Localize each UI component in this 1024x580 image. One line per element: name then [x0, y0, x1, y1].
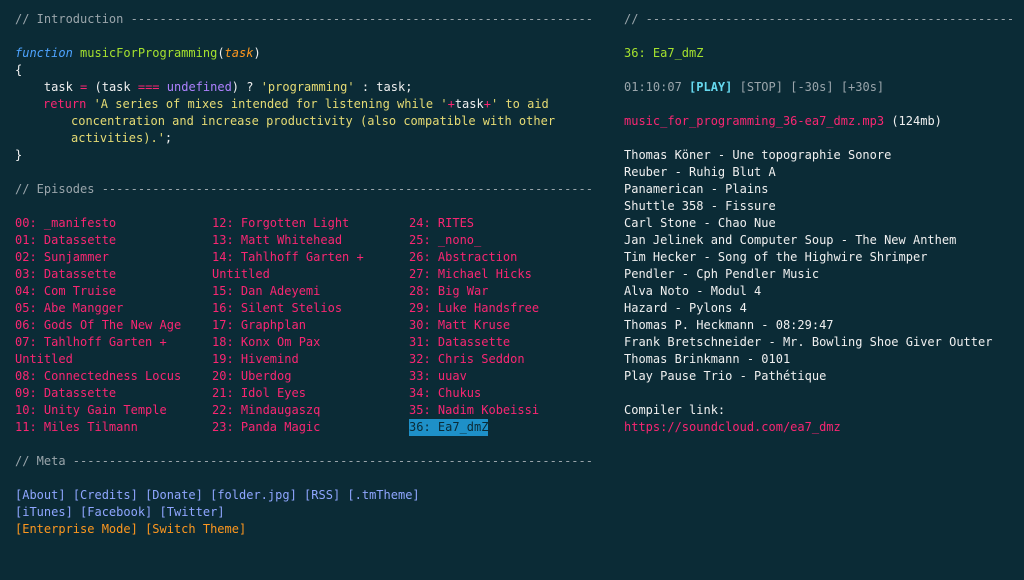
- meta-row-1: [About] [Credits] [Donate] [folder.jpg] …: [15, 487, 595, 504]
- episode-link[interactable]: 09: Datassette: [15, 385, 212, 402]
- episode-list: 00: _manifesto 01: Datassette 02: Sunjam…: [15, 215, 595, 436]
- episode-link[interactable]: 05: Abe Mangger: [15, 300, 212, 317]
- episode-link[interactable]: 23: Panda Magic: [212, 419, 409, 436]
- enterprise-mode-link[interactable]: [Enterprise Mode]: [15, 522, 138, 536]
- play-button[interactable]: [PLAY]: [689, 80, 732, 94]
- compiler-link[interactable]: https://soundcloud.com/ea7_dmz: [624, 419, 1014, 436]
- episode-link[interactable]: 30: Matt Kruse: [409, 317, 606, 334]
- episode-link[interactable]: 22: Mindaugaszq: [212, 402, 409, 419]
- folder-jpg-link[interactable]: [folder.jpg]: [210, 488, 297, 502]
- switch-theme-link[interactable]: [Switch Theme]: [145, 522, 246, 536]
- track-item: Frank Bretschneider - Mr. Bowling Shoe G…: [624, 335, 993, 349]
- episode-link[interactable]: 34: Chukus: [409, 385, 606, 402]
- episode-link[interactable]: 11: Miles Tilmann: [15, 419, 212, 436]
- episode-link[interactable]: 10: Unity Gain Temple: [15, 402, 212, 419]
- player-header: // -------------------------------------…: [624, 12, 1014, 26]
- episode-link[interactable]: 16: Silent Stelios: [212, 300, 409, 317]
- episode-link[interactable]: 32: Chris Seddon: [409, 351, 606, 368]
- track-item: Play Pause Trio - Pathétique: [624, 369, 827, 383]
- facebook-link[interactable]: [Facebook]: [80, 505, 152, 519]
- player-pane: // -------------------------------------…: [624, 11, 1014, 436]
- player-controls: 01:10:07 [PLAY] [STOP] [-30s] [+30s]: [624, 79, 1014, 96]
- code-line-3: return 'A series of mixes intended for l…: [43, 97, 549, 111]
- meta-links: [About] [Credits] [Donate] [folder.jpg] …: [15, 487, 595, 538]
- episode-link[interactable]: 00: _manifesto: [15, 215, 212, 232]
- code-brace-open: {: [15, 63, 23, 77]
- episode-link[interactable]: 04: Com Truise: [15, 283, 212, 300]
- episode-link[interactable]: 17: Graphplan: [212, 317, 409, 334]
- credits-link[interactable]: [Credits]: [73, 488, 138, 502]
- now-playing-title: 36: Ea7_dmZ: [624, 46, 704, 60]
- episode-link[interactable]: 25: _nono_: [409, 232, 606, 249]
- code-function-name: musicForProgramming: [80, 46, 218, 60]
- episode-link[interactable]: 13: Matt Whitehead: [212, 232, 409, 249]
- tracklist: Thomas Köner - Une topographie Sonore Re…: [624, 147, 1014, 385]
- episode-link[interactable]: 26: Abstraction: [409, 249, 606, 266]
- track-item: Hazard - Pylons 4: [624, 301, 747, 315]
- episode-link[interactable]: 33: uuav: [409, 368, 606, 385]
- episode-link[interactable]: 29: Luke Handsfree: [409, 300, 606, 317]
- code-line-2: task = (task === undefined) ? 'programmi…: [15, 80, 413, 94]
- code-line-5: activities).';: [71, 131, 173, 145]
- track-item: Panamerican - Plains: [624, 182, 769, 196]
- rewind-30s-button[interactable]: [-30s]: [790, 80, 833, 94]
- compiler-label: Compiler link:: [624, 403, 726, 417]
- tmtheme-link[interactable]: [.tmTheme]: [347, 488, 419, 502]
- donate-link[interactable]: [Donate]: [145, 488, 203, 502]
- track-item: Thomas Köner - Une topographie Sonore: [624, 148, 892, 162]
- episode-link[interactable]: 21: Idol Eyes: [212, 385, 409, 402]
- episode-link[interactable]: 15: Dan Adeyemi: [212, 283, 409, 300]
- mp3-download-link[interactable]: music_for_programming_36-ea7_dmz.mp3: [624, 114, 884, 128]
- track-item: Alva Noto - Modul 4: [624, 284, 762, 298]
- code-keyword: function: [15, 46, 73, 60]
- about-link[interactable]: [About]: [15, 488, 66, 502]
- episode-column-1: 00: _manifesto 01: Datassette 02: Sunjam…: [15, 215, 212, 436]
- meta-header: // Meta --------------------------------…: [15, 454, 595, 468]
- track-item: Thomas Brinkmann - 0101: [624, 352, 791, 366]
- code-line-4: concentration and increase productivity …: [71, 114, 556, 128]
- intro-header: // Introduction ------------------------…: [15, 12, 595, 26]
- episode-link[interactable]: 19: Hivemind: [212, 351, 409, 368]
- episode-link[interactable]: 01: Datassette: [15, 232, 212, 249]
- episode-link[interactable]: 27: Michael Hicks: [409, 266, 606, 283]
- episode-link[interactable]: 18: Konx Om Pax: [212, 334, 409, 351]
- episode-link[interactable]: 20: Uberdog: [212, 368, 409, 385]
- track-item: Jan Jelinek and Computer Soup - The New …: [624, 233, 957, 247]
- episode-link[interactable]: 03: Datassette: [15, 266, 212, 283]
- episodes-header: // Episodes ----------------------------…: [15, 182, 595, 196]
- episode-link[interactable]: 31: Datassette: [409, 334, 606, 351]
- stop-button[interactable]: [STOP]: [740, 80, 783, 94]
- episode-link-active[interactable]: 36: Ea7_dmZ: [409, 419, 489, 436]
- episode-link[interactable]: 35: Nadim Kobeissi: [409, 402, 606, 419]
- track-item: Thomas P. Heckmann - 08:29:47: [624, 318, 834, 332]
- episode-column-2: 12: Forgotten Light 13: Matt Whitehead 1…: [212, 215, 409, 436]
- meta-row-2: [iTunes] [Facebook] [Twitter]: [15, 504, 595, 521]
- episode-column-3: 24: RITES 25: _nono_ 26: Abstraction 27:…: [409, 215, 606, 436]
- track-item: Carl Stone - Chao Nue: [624, 216, 776, 230]
- code-brace-close: }: [15, 148, 23, 162]
- file-line: music_for_programming_36-ea7_dmz.mp3 (12…: [624, 113, 1014, 130]
- track-item: Tim Hecker - Song of the Highwire Shrimp…: [624, 250, 928, 264]
- track-item: Pendler - Cph Pendler Music: [624, 267, 820, 281]
- episode-link[interactable]: 12: Forgotten Light: [212, 215, 409, 232]
- track-item: Reuber - Ruhig Blut A: [624, 165, 776, 179]
- left-pane: // Introduction ------------------------…: [15, 11, 595, 538]
- episode-link[interactable]: 07: Tahlhoff Garten + Untitled: [15, 334, 212, 368]
- rss-link[interactable]: [RSS]: [304, 488, 340, 502]
- episode-link[interactable]: 14: Tahlhoff Garten + Untitled: [212, 249, 409, 283]
- forward-30s-button[interactable]: [+30s]: [841, 80, 884, 94]
- playback-time: 01:10:07: [624, 80, 682, 94]
- meta-row-3: [Enterprise Mode] [Switch Theme]: [15, 521, 595, 538]
- code-line-1: function musicForProgramming(task): [15, 46, 261, 60]
- track-item: Shuttle 358 - Fissure: [624, 199, 776, 213]
- episode-link[interactable]: 08: Connectedness Locus: [15, 368, 212, 385]
- file-size: (124mb): [891, 114, 942, 128]
- itunes-link[interactable]: [iTunes]: [15, 505, 73, 519]
- episode-link[interactable]: 24: RITES: [409, 215, 606, 232]
- twitter-link[interactable]: [Twitter]: [160, 505, 225, 519]
- code-param: task: [224, 46, 254, 60]
- episode-link[interactable]: 06: Gods Of The New Age: [15, 317, 212, 334]
- episode-link[interactable]: 28: Big War: [409, 283, 606, 300]
- episode-link[interactable]: 02: Sunjammer: [15, 249, 212, 266]
